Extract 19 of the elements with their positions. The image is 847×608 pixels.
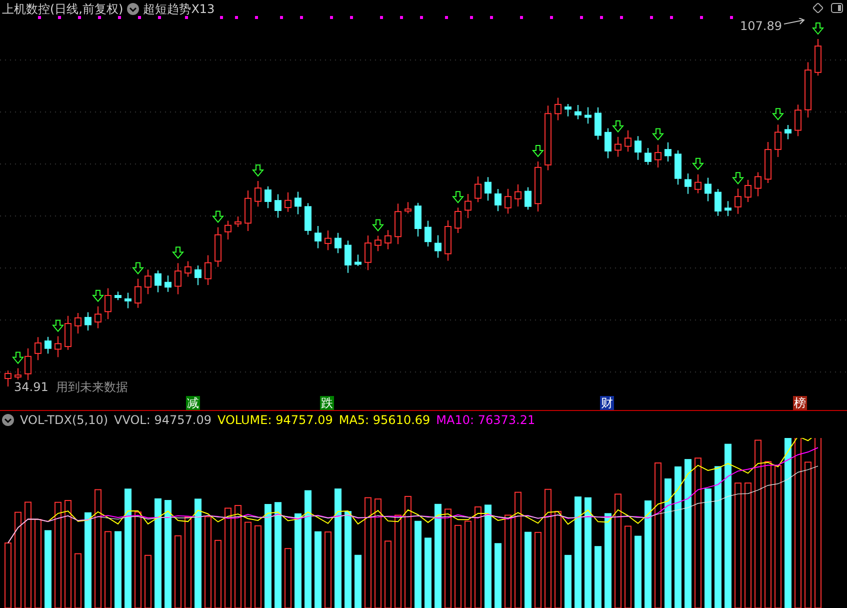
event-marker[interactable]: 榜 <box>793 396 807 410</box>
indicator-name: VOL-TDX(5,10) <box>20 412 108 429</box>
panel-toggle-icon[interactable] <box>831 3 843 13</box>
event-marker[interactable]: 财 <box>600 396 614 410</box>
event-marker[interactable]: 减 <box>186 396 200 410</box>
dropdown-icon[interactable] <box>127 3 140 15</box>
chart-title: 上机数控(日线,前复权) <box>2 1 124 18</box>
event-marker[interactable]: 跌 <box>320 396 334 410</box>
indicator-value: VVOL: 94757.09 <box>114 412 212 429</box>
price-high-label: 107.89 <box>740 18 782 35</box>
diamond-icon[interactable] <box>813 3 823 13</box>
indicator-name: 超短趋势X13 <box>143 1 215 18</box>
future-data-warning: 用到未来数据 <box>56 380 128 394</box>
indicator-value: MA10: 76373.21 <box>436 412 536 429</box>
arrow-icon <box>784 18 806 26</box>
indicator-value: VOLUME: 94757.09 <box>217 412 333 429</box>
dropdown-icon[interactable] <box>2 414 14 426</box>
price-low-label: 34.91 <box>14 380 48 394</box>
indicator-value: MA5: 95610.69 <box>338 412 430 429</box>
